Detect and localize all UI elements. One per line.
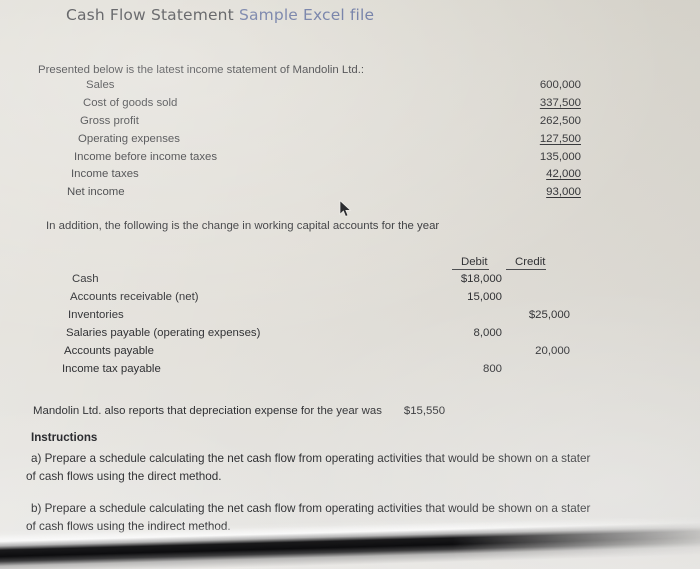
depreciation-text: Mandolin Ltd. also reports that deprecia…: [33, 405, 382, 417]
working-capital-row: Inventories $25,000: [0, 309, 700, 327]
income-statement-row: Gross profit 262,500: [0, 115, 700, 133]
instruction-item-a: a) Prepare a schedule calculating the ne…: [26, 450, 700, 485]
document-photo: Cash Flow Statement Sample Excel file Pr…: [0, 0, 700, 569]
working-capital-label: Inventories: [68, 309, 124, 322]
income-statement-label: Operating expenses: [78, 132, 180, 145]
income-statement-amount: 135,000: [539, 150, 581, 163]
income-statement-row: Income before income taxes 135,000: [0, 151, 700, 169]
page-title-main: Cash Flow Statement: [66, 6, 239, 24]
working-capital-row: Salaries payable (operating expenses) 8,0…: [0, 327, 700, 345]
working-capital-row: Income tax payable 800: [0, 363, 700, 381]
income-statement-label: Net income: [67, 186, 125, 199]
working-capital-table: Cash $18,000 Accounts receivable (net) 15,0…: [0, 273, 700, 382]
instruction-a-line1: a) Prepare a schedule calculating the ne…: [31, 452, 591, 465]
working-capital-label: Income tax payable: [62, 363, 161, 376]
working-capital-row: Accounts payable 20,000: [0, 345, 700, 363]
depreciation-note: Mandolin Ltd. also reports that deprecia…: [33, 405, 445, 417]
column-header-debit: Debit: [452, 256, 489, 270]
instructions-heading: Instructions: [31, 431, 98, 444]
working-capital-label: Salaries payable (operating expenses): [66, 327, 261, 340]
income-statement-label: Cost of goods sold: [83, 96, 178, 109]
page-title-accent: Sample Excel file: [238, 6, 375, 24]
income-statement-table: Sales 600,000 Cost of goods sold 337,500 Gro…: [0, 79, 700, 204]
intro-paragraph: Presented below is the latest income sta…: [38, 64, 365, 76]
income-statement-label: Income before income taxes: [74, 150, 218, 163]
income-statement-amount: 42,000: [546, 168, 581, 181]
income-statement-amount: 93,000: [546, 186, 581, 199]
page-title: Cash Flow Statement Sample Excel file: [66, 6, 374, 24]
instruction-a-line2: of cash flows using the direct method.: [26, 469, 222, 483]
income-statement-amount: 127,500: [539, 132, 581, 145]
working-capital-label: Accounts receivable (net): [70, 291, 199, 304]
income-statement-row: Cost of goods sold 337,500: [0, 97, 700, 115]
income-statement-row: Sales 600,000: [0, 79, 700, 97]
working-capital-debit: 800: [482, 363, 502, 376]
working-capital-label: Cash: [72, 273, 99, 285]
column-header-credit: Credit: [506, 256, 547, 270]
mouse-pointer-icon: [339, 200, 352, 217]
income-statement-label: Income taxes: [71, 168, 139, 181]
instruction-b-line1: b) Prepare a schedule calculating the ne…: [31, 502, 591, 515]
depreciation-amount: $15,550: [403, 405, 446, 417]
working-capital-column-headers: Debit Credit: [0, 256, 700, 272]
income-statement-label: Sales: [86, 79, 115, 91]
income-statement-row: Income taxes 42,000: [0, 168, 700, 186]
income-statement-label: Gross profit: [80, 114, 139, 127]
working-capital-debit: $18,000: [460, 273, 502, 285]
working-capital-credit: $25,000: [528, 309, 570, 322]
working-capital-label: Accounts payable: [64, 345, 154, 358]
income-statement-row: Operating expenses 127,500: [0, 133, 700, 151]
working-capital-credit: 20,000: [535, 345, 570, 358]
working-capital-row: Accounts receivable (net) 15,000: [0, 291, 700, 309]
income-statement-amount: 262,500: [539, 114, 581, 127]
working-capital-debit: 15,000: [467, 291, 502, 304]
income-statement-amount: 600,000: [539, 79, 581, 91]
working-capital-debit: 8,000: [473, 327, 502, 340]
working-capital-row: Cash $18,000: [0, 273, 700, 291]
income-statement-amount: 337,500: [539, 96, 581, 109]
working-capital-intro: In addition, the following is the change…: [46, 220, 440, 232]
